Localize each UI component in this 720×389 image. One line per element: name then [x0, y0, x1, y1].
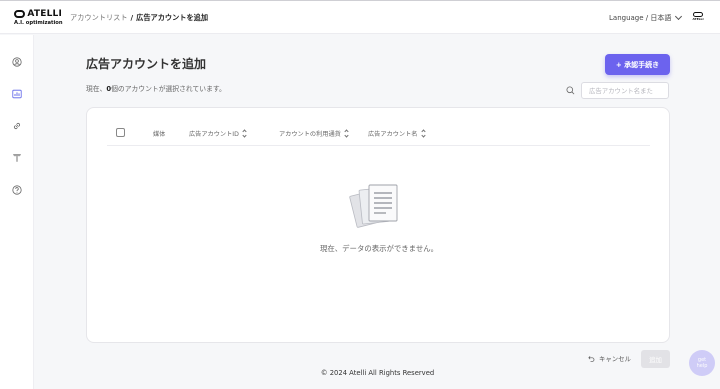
- top-header: ATELLI A.I. optimization アカウントリスト / 広告アカ…: [0, 0, 720, 34]
- empty-state-message: 現在、データの表示ができません。: [319, 244, 439, 253]
- selected-suffix: 個のアカウントが選択されています。: [111, 85, 226, 93]
- sort-icon[interactable]: [420, 129, 426, 138]
- add-button[interactable]: 追加: [641, 350, 670, 368]
- empty-documents-icon: [349, 184, 398, 228]
- column-header-label: 広告アカウント名: [368, 131, 418, 138]
- table-header: 媒体 広告アカウントID アカウントの利用通貨 広告アカウント名: [107, 126, 650, 146]
- selected-prefix: 現在、: [86, 85, 107, 93]
- help-line-2: help: [696, 363, 708, 369]
- cancel-button[interactable]: キャンセル: [588, 354, 631, 363]
- footer-copyright: © 2024 Atelli All Rights Reserved: [320, 369, 435, 377]
- undo-icon: [588, 356, 595, 362]
- avatar-label: ATELLI: [692, 17, 704, 21]
- search-icon[interactable]: [566, 86, 575, 95]
- logo-mark: ATELLI: [14, 9, 62, 19]
- user-avatar[interactable]: ATELLI: [692, 11, 704, 23]
- page-title: 広告アカウントを追加: [86, 57, 207, 71]
- language-selector[interactable]: Language / 日本語: [609, 12, 683, 23]
- column-header-account-name[interactable]: 広告アカウント名: [368, 129, 426, 138]
- breadcrumb-account-list[interactable]: アカウントリスト: [70, 13, 128, 23]
- sort-icon[interactable]: [242, 129, 247, 138]
- column-header-label: アカウントの利用通貨: [279, 131, 341, 138]
- column-header-media: 媒体: [153, 129, 165, 138]
- link-icon: [13, 122, 21, 130]
- chevron-down-icon: [675, 12, 683, 21]
- help-circle-icon: [12, 185, 22, 195]
- logo-symbol-icon: [14, 10, 26, 18]
- language-label: Language / 日本語: [609, 14, 672, 22]
- cancel-label: キャンセル: [599, 355, 631, 363]
- chart-icon: [12, 89, 22, 99]
- selected-count-info: 現在、0個のアカウントが選択されています。: [86, 83, 226, 93]
- user-circle-icon: [12, 57, 22, 67]
- breadcrumb: アカウントリスト / 広告アカウントを追加: [70, 13, 208, 23]
- search-input[interactable]: [581, 82, 669, 99]
- breadcrumb-separator: /: [130, 13, 134, 22]
- column-header-label: 媒体: [153, 131, 166, 138]
- column-header-currency[interactable]: アカウントの利用通貨: [279, 129, 349, 138]
- select-all-checkbox[interactable]: [116, 128, 125, 137]
- logo-tagline: A.I. optimization: [14, 20, 63, 26]
- sidebar-item-creative[interactable]: [12, 153, 22, 163]
- sidebar-item-report[interactable]: [12, 89, 22, 99]
- logo-wordmark: ATELLI: [27, 9, 62, 19]
- sidebar-item-link[interactable]: [12, 121, 22, 131]
- text-format-icon: [13, 154, 21, 162]
- sidebar-item-help[interactable]: [12, 185, 22, 195]
- sidebar: [0, 35, 34, 389]
- brand-logo[interactable]: ATELLI A.I. optimization: [14, 9, 63, 29]
- sidebar-item-account[interactable]: [12, 57, 22, 67]
- account-table: 媒体 広告アカウントID アカウントの利用通貨 広告アカウント名 現在、データの…: [86, 107, 670, 343]
- breadcrumb-current: 広告アカウントを追加: [136, 13, 209, 22]
- column-header-account-id[interactable]: 広告アカウントID: [189, 129, 247, 138]
- approval-procedure-button[interactable]: + 承認手続き: [605, 54, 670, 75]
- column-header-label: 広告アカウントID: [189, 131, 239, 138]
- sort-icon[interactable]: [344, 129, 349, 138]
- get-help-button[interactable]: get help: [689, 350, 715, 376]
